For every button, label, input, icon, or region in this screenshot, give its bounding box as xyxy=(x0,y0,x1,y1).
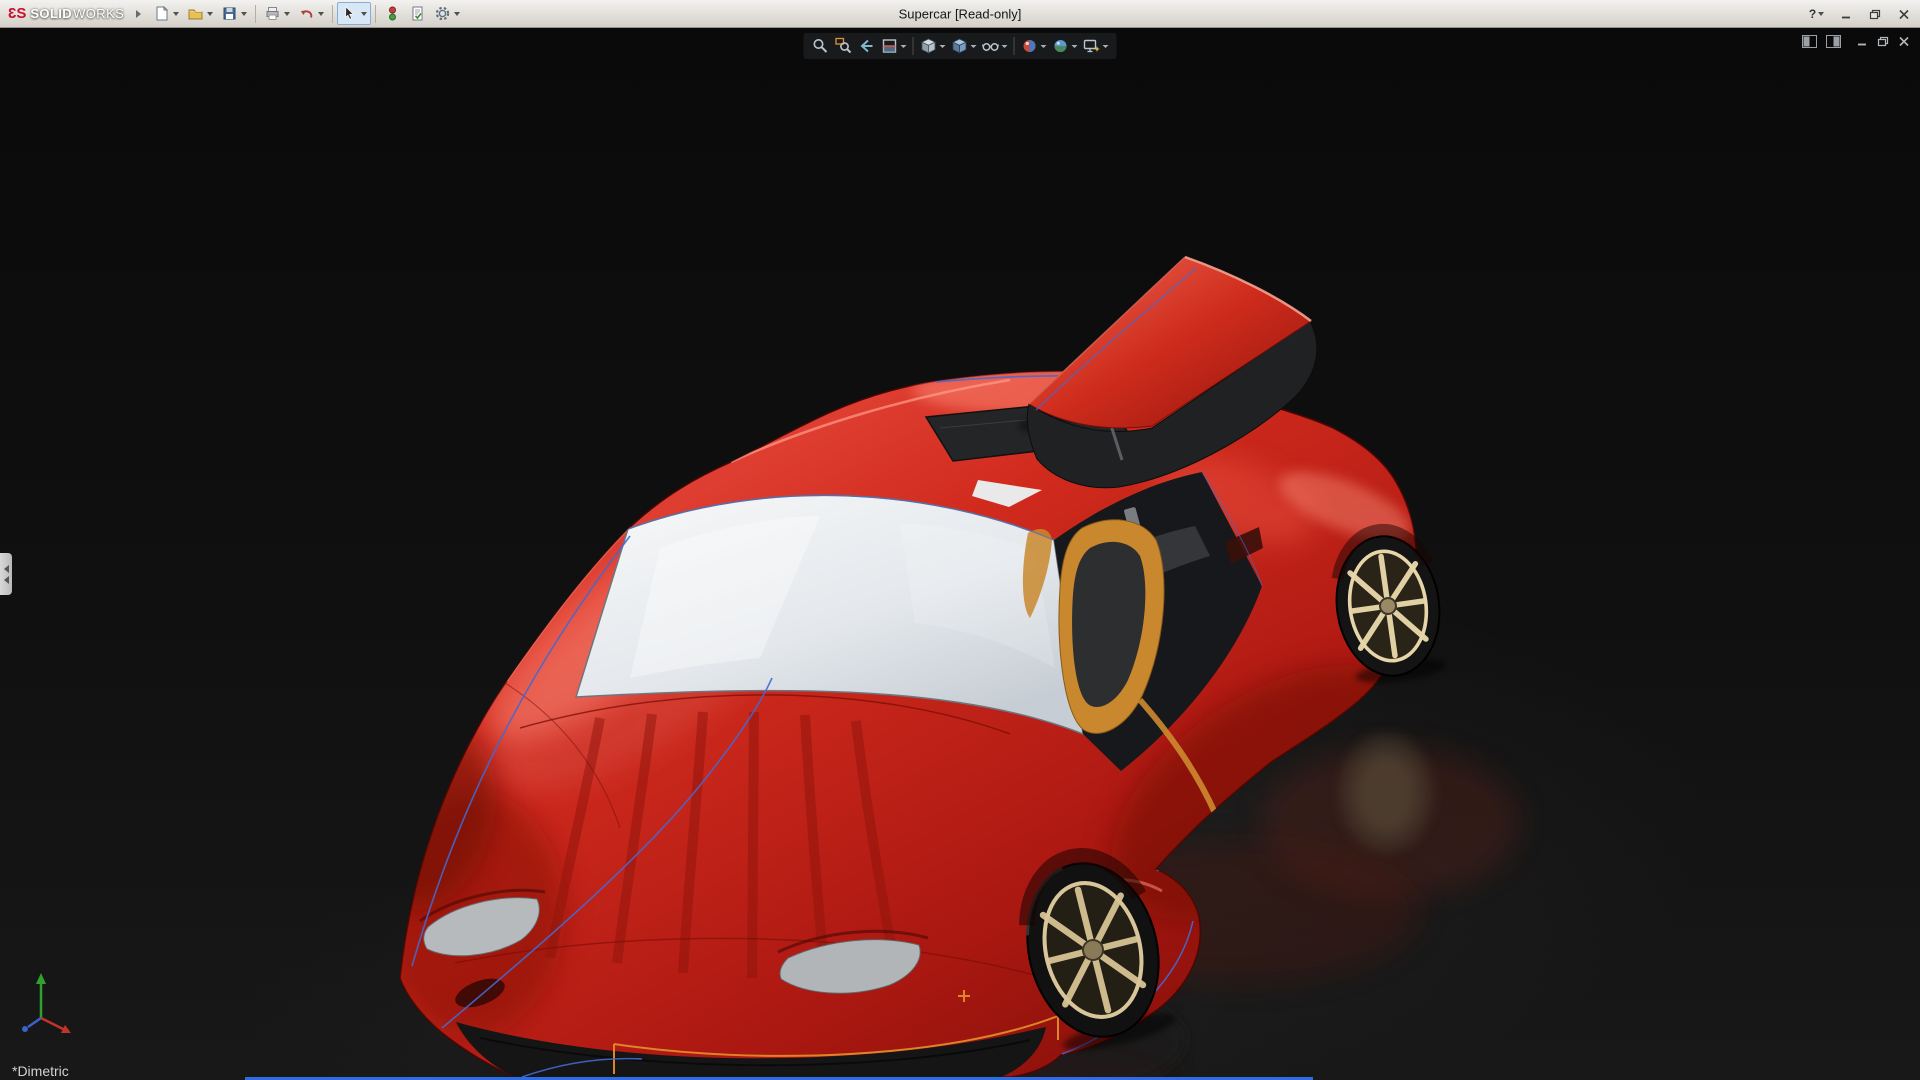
new-document-button[interactable] xyxy=(149,2,183,25)
select-cursor-icon xyxy=(341,5,358,22)
apply-scene-icon xyxy=(1052,37,1070,55)
zoom-to-area-icon xyxy=(835,37,853,55)
triad-z-axis[interactable] xyxy=(22,1026,28,1032)
select-button[interactable] xyxy=(337,2,371,25)
edit-appearance-sphere-icon xyxy=(1021,37,1039,55)
wheel-hub xyxy=(1379,597,1397,615)
zoom-to-fit-button[interactable] xyxy=(810,35,832,57)
pane-split-right-icon xyxy=(1826,35,1841,48)
view-settings-icon xyxy=(1083,37,1101,55)
brand-text-solid: SOLID xyxy=(30,6,72,21)
headsup-separator xyxy=(913,37,914,55)
select-dropdown-arrow[interactable] xyxy=(361,12,367,16)
solidworks-logo: 3S SOLIDWORKS xyxy=(0,6,134,21)
title-menu-bar: 3S SOLIDWORKS xyxy=(0,0,1920,28)
rebuild-button[interactable] xyxy=(380,2,405,25)
previous-view-button[interactable] xyxy=(856,35,878,57)
close-button[interactable] xyxy=(1890,4,1917,25)
print-dropdown-arrow[interactable] xyxy=(284,12,290,16)
pane-split-left-button[interactable] xyxy=(1802,35,1817,48)
options-gear-icon xyxy=(434,5,451,22)
section-view-icon xyxy=(881,37,899,55)
save-button[interactable] xyxy=(217,2,251,25)
document-restore-button[interactable] xyxy=(1877,36,1889,47)
hide-show-dropdown-arrow[interactable] xyxy=(1002,45,1008,48)
toolbar-separator xyxy=(332,5,333,23)
section-view-dropdown-arrow[interactable] xyxy=(901,45,907,48)
display-style-icon xyxy=(951,37,969,55)
document-minimize-icon xyxy=(1856,36,1868,47)
window-controls: ? xyxy=(1803,0,1917,28)
undo-icon xyxy=(298,5,315,22)
hide-show-items-button[interactable] xyxy=(980,35,1010,57)
document-close-icon xyxy=(1898,36,1910,47)
view-orientation-button[interactable] xyxy=(918,35,948,57)
standard-toolbar xyxy=(149,2,464,25)
toolbar-separator xyxy=(375,5,376,23)
undo-button[interactable] xyxy=(294,2,328,25)
headsup-view-toolbar xyxy=(804,33,1117,59)
ds-logo-icon: 3S xyxy=(8,6,26,21)
hide-show-glasses-icon xyxy=(982,37,1000,55)
expand-panel-left-icon xyxy=(4,565,9,573)
document-close-button[interactable] xyxy=(1898,36,1910,47)
headsup-separator xyxy=(1014,37,1015,55)
apply-scene-button[interactable] xyxy=(1050,35,1080,57)
file-properties-icon xyxy=(409,5,426,22)
pane-split-right-button[interactable] xyxy=(1826,35,1841,48)
triad-y-axis[interactable] xyxy=(36,973,46,984)
document-minimize-button[interactable] xyxy=(1856,36,1868,47)
save-dropdown-arrow[interactable] xyxy=(241,12,247,16)
print-icon xyxy=(264,5,281,22)
zoom-to-fit-icon xyxy=(812,37,830,55)
options-button[interactable] xyxy=(430,2,464,25)
new-dropdown-arrow[interactable] xyxy=(173,12,179,16)
edit-appearance-button[interactable] xyxy=(1019,35,1049,57)
featuremanager-collapsed-tab[interactable] xyxy=(0,553,12,595)
edit-appearance-dropdown-arrow[interactable] xyxy=(1041,45,1047,48)
help-button[interactable]: ? xyxy=(1803,4,1830,25)
window-title: Supercar [Read-only] xyxy=(899,6,1022,21)
minimize-button[interactable] xyxy=(1832,4,1859,25)
save-floppy-icon xyxy=(221,5,238,22)
minimize-icon xyxy=(1840,9,1852,20)
previous-view-icon xyxy=(858,37,876,55)
restore-button[interactable] xyxy=(1861,4,1888,25)
zoom-to-area-button[interactable] xyxy=(833,35,855,57)
open-folder-icon xyxy=(187,5,204,22)
reference-triad[interactable] xyxy=(14,966,80,1042)
options-dropdown-arrow[interactable] xyxy=(454,12,460,16)
view-settings-dropdown-arrow[interactable] xyxy=(1103,45,1109,48)
print-button[interactable] xyxy=(260,2,294,25)
open-button[interactable] xyxy=(183,2,217,25)
restore-icon xyxy=(1869,9,1881,20)
undo-dropdown-arrow[interactable] xyxy=(318,12,324,16)
apply-scene-dropdown-arrow[interactable] xyxy=(1072,45,1078,48)
help-dropdown-arrow[interactable] xyxy=(1818,12,1824,16)
view-orientation-cube-icon xyxy=(920,37,938,55)
expand-panel-left-icon xyxy=(4,576,9,584)
view-settings-button[interactable] xyxy=(1081,35,1111,57)
open-dropdown-arrow[interactable] xyxy=(207,12,213,16)
display-style-button[interactable] xyxy=(949,35,979,57)
menu-expand-arrow[interactable] xyxy=(136,10,141,18)
display-style-dropdown-arrow[interactable] xyxy=(971,45,977,48)
section-view-button[interactable] xyxy=(879,35,909,57)
graphics-viewport[interactable]: *Dimetric xyxy=(0,28,1920,1080)
file-properties-button[interactable] xyxy=(405,2,430,25)
3d-scene[interactable] xyxy=(0,28,1920,1080)
close-icon xyxy=(1898,9,1910,20)
view-orientation-dropdown-arrow[interactable] xyxy=(940,45,946,48)
brand-text-works: WORKS xyxy=(73,6,124,21)
document-restore-icon xyxy=(1877,36,1889,47)
new-document-icon xyxy=(153,5,170,22)
view-orientation-label: *Dimetric xyxy=(12,1063,69,1079)
rebuild-icon xyxy=(384,5,401,22)
pane-split-left-icon xyxy=(1802,35,1817,48)
document-window-controls xyxy=(1802,35,1910,48)
toolbar-separator xyxy=(255,5,256,23)
